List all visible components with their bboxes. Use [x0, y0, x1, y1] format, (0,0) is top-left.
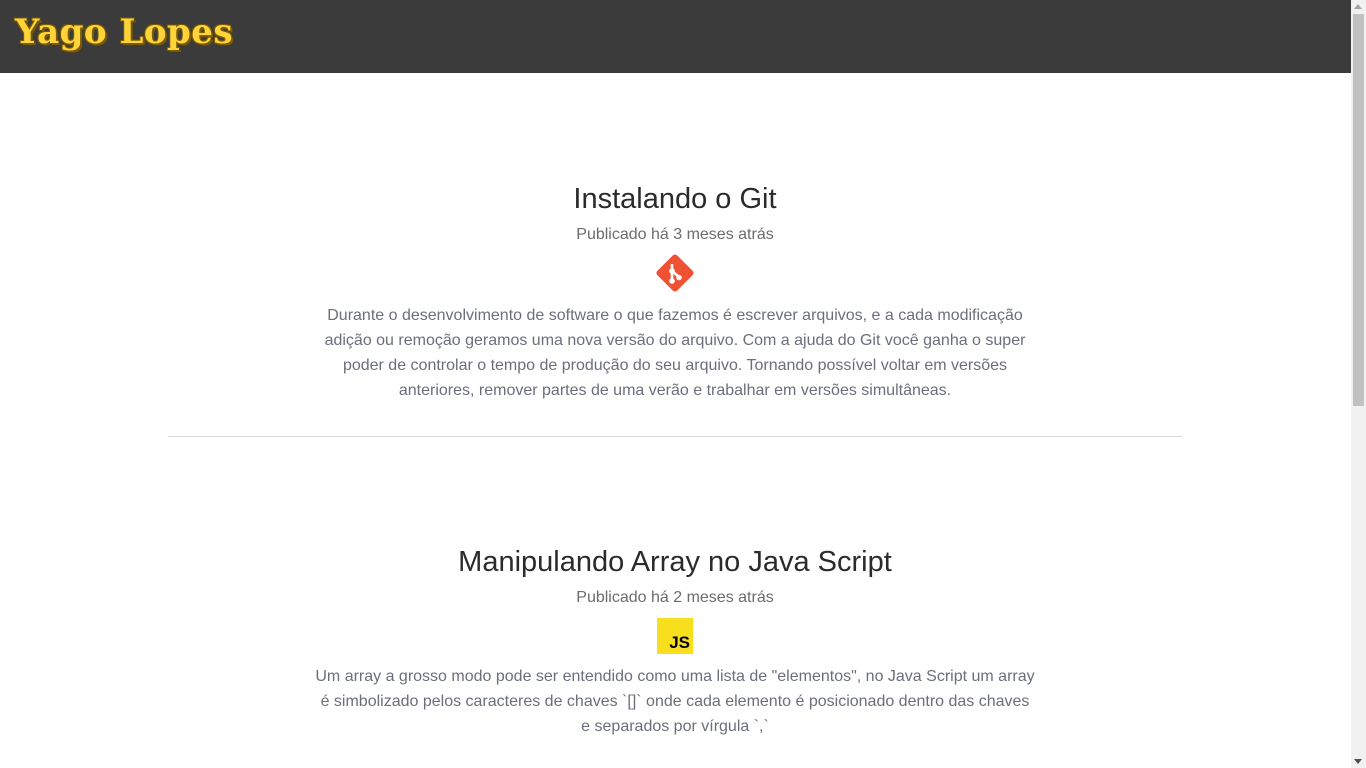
post-excerpt: Durante o desenvolvimento de software o …	[324, 307, 1026, 399]
vertical-scrollbar[interactable]	[1351, 0, 1366, 768]
site-logo[interactable]: Yago Lopes	[15, 12, 233, 52]
javascript-icon-label: JS	[669, 633, 690, 652]
post-title[interactable]: Manipulando Array no Java Script	[168, 544, 1182, 580]
post-date: Publicado há 2 meses atrás	[576, 589, 774, 606]
javascript-icon: JS	[657, 618, 693, 654]
post-card: Instalando o Git Publicado há 3 meses at…	[168, 181, 1182, 403]
scrollbar-thumb[interactable]	[1353, 14, 1364, 406]
scroll-up-arrow-icon[interactable]	[1354, 4, 1362, 9]
scroll-down-arrow-icon[interactable]	[1354, 759, 1362, 764]
post-divider	[168, 436, 1182, 437]
post-title[interactable]: Instalando o Git	[168, 181, 1182, 217]
site-header: Yago Lopes	[0, 0, 1351, 73]
git-icon	[656, 254, 694, 292]
post-list: Instalando o Git Publicado há 3 meses at…	[0, 73, 1351, 768]
post-card: Manipulando Array no Java Script Publica…	[168, 544, 1182, 739]
post-date: Publicado há 3 meses atrás	[576, 226, 774, 243]
post-excerpt: Um array a grosso modo pode ser entendid…	[315, 668, 1035, 735]
